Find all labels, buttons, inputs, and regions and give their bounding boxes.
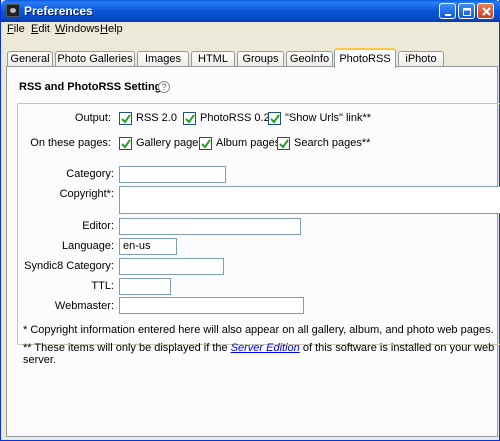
copyright-label: Copyright*: <box>59 188 114 200</box>
tab-html[interactable]: HTML <box>191 51 235 67</box>
webmaster-label: Webmaster: <box>54 300 114 312</box>
maximize-icon <box>463 8 471 16</box>
syndic8-category-label: Syndic8 Category: <box>24 260 114 272</box>
settings-group: Output: RSS 2.0 PhotoRSS 0.2 "Show Urls"… <box>17 103 500 345</box>
checkmark-icon <box>279 139 289 149</box>
tab-images[interactable]: Images <box>137 51 189 67</box>
search-pages-label: Search pages** <box>294 137 371 149</box>
copyright-field[interactable] <box>119 186 500 214</box>
server-edition-note: ** These items will only be displayed if… <box>23 342 495 366</box>
album-pages-label: Album pages <box>216 137 281 149</box>
menu-edit[interactable]: Edit <box>31 23 50 35</box>
help-icon[interactable]: ? <box>158 81 170 93</box>
checkmark-icon <box>121 114 131 124</box>
tab-photorss[interactable]: PhotoRSS <box>334 48 396 68</box>
menu-help[interactable]: Help <box>100 23 123 35</box>
tab-photo-galleries[interactable]: Photo Galleries <box>55 51 135 67</box>
minimize-button[interactable] <box>439 3 456 19</box>
close-button[interactable] <box>477 3 494 19</box>
tab-groups[interactable]: Groups <box>237 51 284 67</box>
window-title: Preferences <box>24 4 93 18</box>
tab-general[interactable]: General <box>7 51 53 67</box>
menu-bar: File Edit Windows Help <box>1 22 500 38</box>
language-label: Language: <box>62 240 114 252</box>
show-urls-checkbox[interactable] <box>268 112 281 125</box>
minimize-icon <box>445 14 451 16</box>
tab-iphoto[interactable]: iPhoto <box>398 51 444 67</box>
gallery-pages-checkbox[interactable] <box>119 137 132 150</box>
photorss02-checkbox[interactable] <box>183 112 196 125</box>
syndic8-category-field[interactable] <box>119 258 224 275</box>
tab-geoinfo[interactable]: GeoInfo <box>286 51 333 67</box>
ttl-field[interactable] <box>119 278 171 295</box>
webmaster-field[interactable] <box>119 297 304 314</box>
language-field[interactable]: en-us <box>119 238 177 255</box>
preferences-window: Preferences File Edit Windows Help Gener… <box>0 0 500 441</box>
maximize-button[interactable] <box>458 3 475 19</box>
menu-file[interactable]: File <box>7 23 25 35</box>
category-label: Category: <box>66 168 114 180</box>
photorss-panel: RSS and PhotoRSS Settings ? Output: RSS … <box>6 66 500 437</box>
rss20-checkbox[interactable] <box>119 112 132 125</box>
section-title: RSS and PhotoRSS Settings <box>19 81 168 93</box>
search-pages-checkbox[interactable] <box>277 137 290 150</box>
checkmark-icon <box>201 139 211 149</box>
checkmark-icon <box>121 139 131 149</box>
editor-label: Editor: <box>82 220 114 232</box>
show-urls-label: "Show Urls" link** <box>285 112 372 124</box>
editor-field[interactable] <box>119 218 301 235</box>
server-edition-link[interactable]: Server Edition <box>231 342 300 354</box>
pages-label: On these pages: <box>30 137 111 149</box>
album-pages-checkbox[interactable] <box>199 137 212 150</box>
copyright-note: * Copyright information entered here wil… <box>23 324 494 336</box>
gallery-pages-label: Gallery pages <box>136 137 204 149</box>
close-icon <box>482 7 491 16</box>
app-camera-icon <box>6 4 20 17</box>
checkmark-icon <box>185 114 195 124</box>
checkmark-icon <box>270 114 280 124</box>
title-bar[interactable]: Preferences <box>1 0 500 22</box>
ttl-label: TTL: <box>91 280 114 292</box>
category-field[interactable] <box>119 166 226 183</box>
rss20-label: RSS 2.0 <box>136 112 177 124</box>
output-label: Output: <box>74 112 111 124</box>
menu-windows[interactable]: Windows <box>55 23 100 35</box>
photorss02-label: PhotoRSS 0.2 <box>200 112 270 124</box>
